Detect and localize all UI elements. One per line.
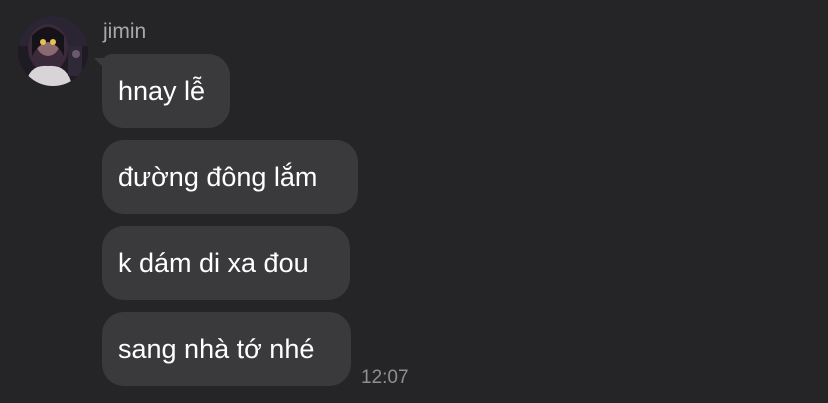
message-bubble[interactable]: hnay lễ bbox=[102, 54, 230, 128]
message-bubble[interactable]: sang nhà tớ nhé bbox=[102, 312, 351, 386]
message-bubble[interactable]: k dám di xa đou bbox=[102, 226, 350, 300]
sender-name: jimin bbox=[103, 20, 147, 43]
avatar-photo-icon bbox=[18, 16, 88, 86]
chat-view: jimin hnay lễ đường đông lắm k dám di xa… bbox=[0, 0, 828, 403]
message-timestamp: 12:07 bbox=[361, 367, 409, 388]
message-bubble[interactable]: đường đông lắm bbox=[102, 140, 358, 214]
avatar[interactable] bbox=[18, 16, 88, 86]
